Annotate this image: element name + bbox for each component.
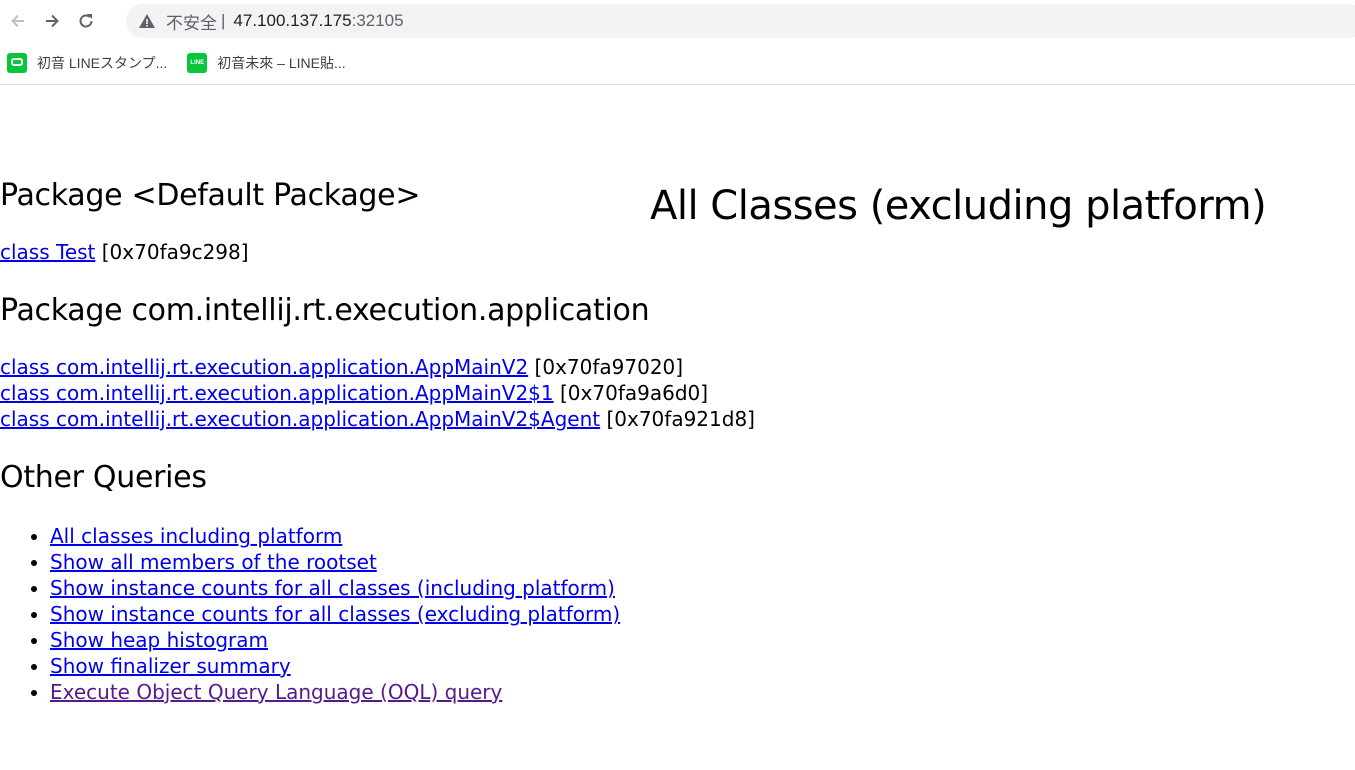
list-item: Show all members of the rootset <box>50 549 620 575</box>
bookmark-label: 初音 LINEスタンプ... <box>37 55 168 71</box>
bookmark-item[interactable]: 初音 LINEスタンプ... <box>7 53 167 73</box>
list-item: All classes including platform <box>50 523 620 549</box>
warning-icon <box>138 12 156 30</box>
not-secure-label: 不安全 <box>166 13 217 33</box>
class-entry: class com.intellij.rt.execution.applicat… <box>0 355 683 379</box>
list-item: Show heap histogram <box>50 627 620 653</box>
class-link[interactable]: class com.intellij.rt.execution.applicat… <box>0 407 600 431</box>
url-port: :32105 <box>351 11 404 30</box>
class-link[interactable]: class com.intellij.rt.execution.applicat… <box>0 355 528 379</box>
query-link[interactable]: All classes including platform <box>50 524 342 548</box>
query-link[interactable]: Show instance counts for all classes (ex… <box>50 602 620 626</box>
arrow-left-icon <box>11 14 24 28</box>
class-entry: class com.intellij.rt.execution.applicat… <box>0 381 708 405</box>
forward-button[interactable] <box>36 5 68 37</box>
list-item: Show instance counts for all classes (ex… <box>50 601 620 627</box>
class-entry: class com.intellij.rt.execution.applicat… <box>0 407 755 431</box>
bookmark-item[interactable]: LINE STORE 初音未來 – LINE貼... <box>187 53 346 86</box>
class-address: [0x70fa9a6d0] <box>560 381 709 405</box>
arrow-right-icon <box>46 14 59 28</box>
class-link[interactable]: class com.intellij.rt.execution.applicat… <box>0 381 554 405</box>
package-heading: Package com.intellij.rt.execution.applic… <box>0 293 650 328</box>
page-title: All Classes (excluding platform) <box>650 183 1267 229</box>
class-link[interactable]: class Test <box>0 240 95 264</box>
query-link[interactable]: Show finalizer summary <box>50 654 291 678</box>
other-queries-heading: Other Queries <box>0 460 207 495</box>
list-item: Show instance counts for all classes (in… <box>50 575 620 601</box>
class-entry: class Test [0x70fa9c298] <box>0 240 249 264</box>
class-address: [0x70fa9c298] <box>101 240 249 264</box>
package-heading: Package <Default Package> <box>0 178 421 213</box>
bookmarks-bar: 初音 LINEスタンプ... LINE STORE 初音未來 – LINE貼..… <box>0 50 359 86</box>
list-item: Show finalizer summary <box>50 653 620 679</box>
query-link[interactable]: Show instance counts for all classes (in… <box>50 576 615 600</box>
queries-list: All classes including platform Show all … <box>0 523 620 705</box>
reload-button[interactable] <box>70 5 102 37</box>
class-address: [0x70fa97020] <box>534 355 684 379</box>
url-host: 47.100.137.175 <box>233 11 352 30</box>
address-bar[interactable]: 不安全 | 47.100.137.175:32105 <box>126 4 1355 38</box>
query-link[interactable]: Show heap histogram <box>50 628 268 652</box>
bookmark-label: 初音未來 – LINE貼... <box>217 55 346 71</box>
list-item: Execute Object Query Language (OQL) quer… <box>50 679 620 705</box>
back-button[interactable] <box>2 5 34 37</box>
class-address: [0x70fa921d8] <box>606 407 755 431</box>
browser-chrome: 不安全 | 47.100.137.175:32105 初音 LINEスタンプ..… <box>0 0 1355 86</box>
line-store-icon: LINE STORE <box>187 53 208 86</box>
url-separator: | <box>221 11 226 30</box>
query-link[interactable]: Show all members of the rootset <box>50 550 377 574</box>
reload-icon <box>79 14 93 28</box>
oql-query-link[interactable]: Execute Object Query Language (OQL) quer… <box>50 680 502 704</box>
line-sticker-icon <box>7 53 27 73</box>
